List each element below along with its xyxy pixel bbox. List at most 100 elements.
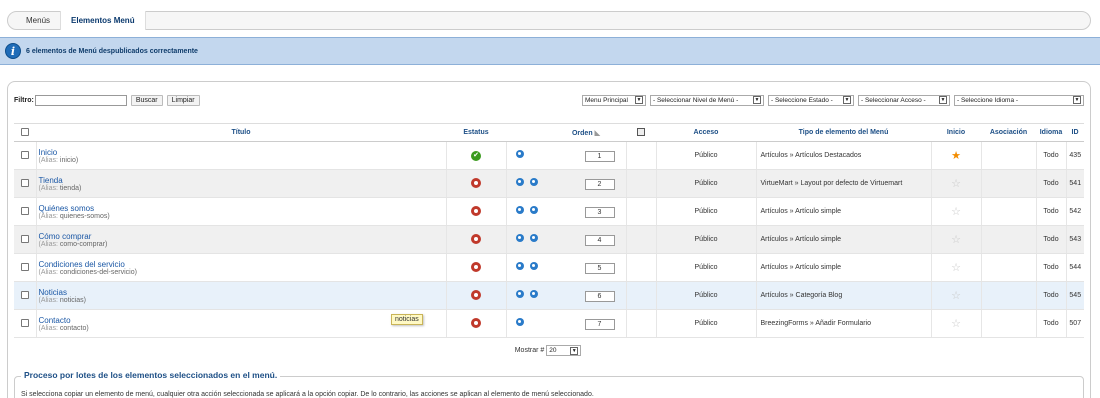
move-down-icon[interactable] (529, 205, 538, 214)
not-home-star-icon[interactable]: ☆ (951, 318, 961, 330)
unpublished-icon[interactable] (471, 233, 481, 244)
row-checkbox[interactable] (20, 178, 29, 187)
not-home-star-icon[interactable]: ☆ (951, 262, 961, 274)
not-home-star-icon[interactable]: ☆ (951, 290, 961, 302)
row-language: Todo (1036, 141, 1067, 170)
language-select[interactable]: - Seleccione Idioma - ▼ (954, 94, 1084, 106)
row-access: Público (656, 253, 757, 282)
move-down-icon[interactable] (529, 289, 538, 298)
table-row: Quiénes somos (Alias: quienes-somos) 3 Públ… (14, 197, 1084, 226)
table-row: Contacto (Alias: contacto) 7 Público Breezin… (14, 309, 1084, 338)
header-access[interactable]: Acceso (656, 123, 756, 142)
move-down-icon[interactable] (515, 149, 524, 158)
not-home-star-icon[interactable]: ☆ (951, 234, 961, 246)
row-title-link[interactable]: Noticias (39, 288, 446, 297)
unpublished-icon[interactable] (471, 317, 481, 328)
move-up-icon[interactable] (515, 205, 524, 214)
row-title-link[interactable]: Cómo comprar (39, 232, 446, 241)
header-status[interactable]: Estatus (446, 123, 506, 142)
header-order-label: Orden (571, 129, 593, 137)
move-up-icon[interactable] (515, 317, 524, 326)
row-checkbox[interactable] (20, 262, 29, 271)
pager-select[interactable]: 20 ▼ (546, 345, 582, 356)
row-title-link[interactable]: Contacto (39, 316, 446, 325)
row-checkbox[interactable] (20, 318, 29, 327)
row-title-cell: Inicio (Alias: inicio) (36, 141, 447, 170)
alias-label: (Alias: (38, 296, 58, 304)
order-input[interactable]: 4 (584, 234, 615, 246)
row-order-extra (626, 281, 657, 310)
tab-menu-items[interactable]: Elementos Menú (61, 11, 146, 30)
table-row: Noticias (Alias: noticias) 6 Público Artícul… (14, 281, 1084, 310)
table-header-row: Título Estatus Orden ◣ Acceso Tipo de ele… (14, 123, 1084, 142)
order-input[interactable]: 5 (584, 262, 615, 274)
move-up-icon[interactable] (515, 261, 524, 270)
header-order[interactable]: Orden ◣ (546, 123, 626, 142)
header-title[interactable]: Título (36, 123, 446, 142)
state-select-value: - Seleccione Estado - (771, 96, 833, 104)
home-star-icon[interactable]: ★ (951, 150, 961, 162)
header-home[interactable]: Inicio (931, 123, 981, 142)
row-status-cell (446, 309, 507, 338)
row-id: 545 (1066, 281, 1084, 310)
alias-value: tienda) (59, 184, 82, 192)
save-order-icon[interactable] (637, 127, 645, 136)
filter-search-input[interactable] (34, 94, 127, 106)
row-title-cell: Contacto (Alias: contacto) (36, 309, 447, 338)
row-checkbox[interactable] (20, 150, 29, 159)
alias-value: quienes-somos) (59, 212, 110, 220)
row-language: Todo (1036, 197, 1067, 226)
published-icon[interactable]: ✔ (471, 150, 481, 161)
tab-menus[interactable]: Menús (16, 11, 62, 30)
row-title-link[interactable]: Tienda (39, 176, 446, 185)
row-order-cell: 4 (506, 225, 627, 254)
unpublished-icon[interactable] (471, 289, 481, 300)
row-language: Todo (1036, 169, 1067, 198)
header-type[interactable]: Tipo de elemento del Menú (756, 123, 931, 142)
row-checkbox[interactable] (20, 234, 29, 243)
move-down-icon[interactable] (529, 261, 538, 270)
row-type: Artículos » Artículo simple (756, 253, 932, 282)
row-checkbox-cell (14, 141, 37, 170)
header-association[interactable]: Asociación (981, 123, 1036, 142)
order-input[interactable]: 3 (584, 206, 615, 218)
order-input[interactable]: 7 (584, 318, 615, 330)
clear-button[interactable]: Limpiar (166, 94, 200, 106)
row-title-link[interactable]: Quiénes somos (39, 204, 446, 213)
unpublished-icon[interactable] (471, 205, 481, 216)
move-up-icon[interactable] (515, 177, 524, 186)
move-up-icon[interactable] (515, 233, 524, 242)
row-title-link[interactable]: Inicio (39, 148, 446, 157)
select-all-checkbox[interactable] (21, 127, 29, 136)
header-language[interactable]: Idioma (1036, 123, 1066, 142)
row-home-cell: ☆ (931, 253, 982, 282)
language-select-value: - Seleccione Idioma - (957, 96, 1019, 104)
order-arrows (513, 317, 549, 328)
order-input[interactable]: 1 (584, 150, 615, 162)
chevron-down-icon: ▼ (635, 96, 643, 104)
row-title-cell: Condiciones del servicio (Alias: condicio… (36, 253, 447, 282)
unpublished-icon[interactable] (471, 261, 481, 272)
level-select[interactable]: - Seleccionar Nivel de Menú - ▼ (650, 94, 764, 106)
row-title-link[interactable]: Condiciones del servicio (39, 260, 446, 269)
state-select[interactable]: - Seleccione Estado - ▼ (768, 94, 854, 106)
order-input[interactable]: 2 (584, 178, 615, 190)
move-up-icon[interactable] (515, 289, 524, 298)
access-select[interactable]: - Seleccionar Acceso - ▼ (858, 94, 950, 106)
not-home-star-icon[interactable]: ☆ (951, 178, 961, 190)
row-checkbox[interactable] (20, 206, 29, 215)
row-checkbox[interactable] (20, 290, 29, 299)
header-id[interactable]: ID (1066, 123, 1084, 142)
search-button[interactable]: Buscar (130, 94, 163, 106)
move-down-icon[interactable] (529, 233, 538, 242)
not-home-star-icon[interactable]: ☆ (951, 206, 961, 218)
unpublished-icon[interactable] (471, 177, 481, 188)
order-input[interactable]: 6 (584, 290, 615, 302)
row-alias: (Alias: inicio) (39, 157, 446, 164)
menu-select[interactable]: Menu Principal ▼ (582, 94, 646, 106)
level-select-value: - Seleccionar Nivel de Menú - (653, 96, 739, 104)
header-save-order[interactable] (626, 123, 656, 142)
row-status-cell (446, 197, 507, 226)
move-down-icon[interactable] (529, 177, 538, 186)
row-association (981, 309, 1037, 338)
